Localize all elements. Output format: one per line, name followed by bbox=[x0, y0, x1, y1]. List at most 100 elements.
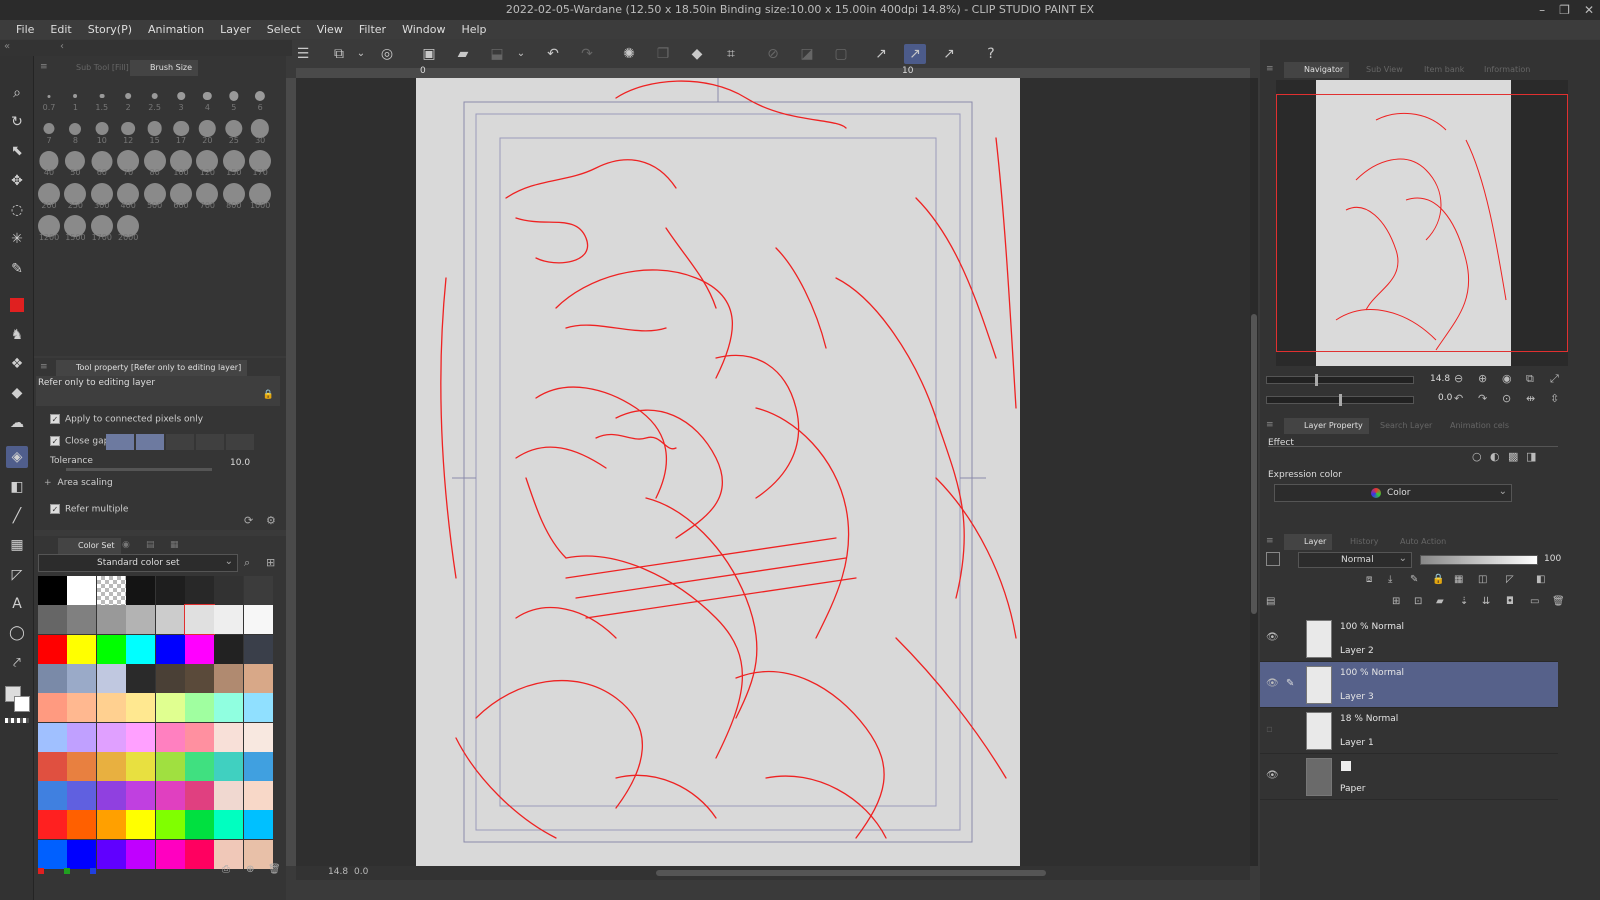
navigator-zoom-value[interactable]: 14.8 bbox=[1430, 374, 1450, 384]
edit-color-icon[interactable]: ⎙ bbox=[222, 864, 230, 875]
brush-size-option[interactable]: 7 bbox=[36, 113, 62, 145]
stabilizer-icon[interactable]: ↗ bbox=[904, 44, 926, 64]
color-swatch[interactable] bbox=[96, 605, 126, 635]
select-all-icon[interactable]: ▢ bbox=[830, 44, 852, 64]
layer-name[interactable]: Paper bbox=[1340, 784, 1366, 794]
tab-history[interactable]: History bbox=[1330, 534, 1384, 550]
new-vector-layer-icon[interactable]: ⊡ bbox=[1414, 596, 1422, 607]
color-swatch[interactable] bbox=[243, 722, 273, 752]
tab-brush-size[interactable]: Brush Size bbox=[130, 60, 199, 76]
brush-size-option[interactable]: 600 bbox=[168, 178, 194, 210]
palette-color-icon[interactable] bbox=[1266, 552, 1280, 566]
clip-icon[interactable]: ⤓ bbox=[1388, 574, 1392, 585]
rotate-icon[interactable]: ↻ bbox=[6, 111, 28, 133]
tab-color-set[interactable]: Color Set bbox=[58, 538, 121, 554]
blend-icon[interactable]: ☁ bbox=[6, 412, 28, 434]
tab-layer-property[interactable]: Layer Property bbox=[1284, 418, 1369, 434]
color-swatch[interactable] bbox=[185, 576, 214, 605]
layer-list-icon[interactable]: ▤ bbox=[1266, 596, 1275, 607]
color-swatch[interactable] bbox=[67, 722, 97, 752]
color-swatch[interactable] bbox=[155, 576, 185, 605]
gap-option-2[interactable] bbox=[136, 434, 164, 450]
tab-item-bank[interactable]: Item bank bbox=[1404, 62, 1470, 78]
opacity-value[interactable]: 100 bbox=[1544, 554, 1561, 564]
color-swatch[interactable] bbox=[185, 634, 214, 664]
brush-size-option[interactable]: 2.5 bbox=[142, 80, 168, 112]
chevron-down-icon[interactable]: ⌄ bbox=[350, 44, 372, 64]
color-swatch[interactable] bbox=[185, 722, 214, 752]
color-swatch[interactable] bbox=[185, 663, 214, 693]
layer-name[interactable]: Layer 3 bbox=[1340, 692, 1374, 702]
color-swatch[interactable] bbox=[67, 693, 97, 723]
tab-navigator[interactable]: Navigator bbox=[1284, 62, 1350, 78]
color-swatch[interactable] bbox=[243, 751, 273, 781]
fill-tool-icon[interactable]: ◈ bbox=[6, 446, 28, 468]
menu-file[interactable]: File bbox=[8, 20, 42, 39]
operation-icon[interactable]: ⬉ bbox=[6, 140, 28, 162]
brush-size-option[interactable]: 100 bbox=[168, 145, 194, 177]
navigator-rotate-slider[interactable] bbox=[1266, 394, 1414, 406]
color-swatch[interactable] bbox=[126, 693, 156, 723]
sub-tool-detail-icon[interactable]: ⚙ bbox=[266, 514, 276, 527]
lock-transparent-icon[interactable]: ▦ bbox=[1454, 574, 1463, 585]
color-swatch[interactable] bbox=[155, 751, 185, 781]
pen-icon[interactable] bbox=[6, 294, 28, 316]
navigator-viewport-box[interactable] bbox=[1276, 94, 1568, 352]
brush-size-option[interactable]: 6 bbox=[247, 80, 273, 112]
color-swatch[interactable] bbox=[155, 810, 185, 840]
color-swatch[interactable] bbox=[155, 634, 185, 664]
color-swatch[interactable] bbox=[67, 605, 97, 635]
gap-option-4[interactable] bbox=[196, 434, 224, 450]
color-swatch[interactable] bbox=[155, 663, 185, 693]
menu-layer[interactable]: Layer bbox=[212, 20, 259, 39]
minimize-button[interactable]: – bbox=[1539, 0, 1545, 20]
color-swatch[interactable] bbox=[96, 693, 126, 723]
brush-size-option[interactable]: 8 bbox=[62, 113, 88, 145]
delete-layer-icon[interactable]: 🗑 bbox=[1552, 596, 1565, 607]
help-icon[interactable]: ? bbox=[980, 44, 1002, 64]
fill-icon[interactable]: ◆ bbox=[686, 44, 708, 64]
tolerance-slider[interactable] bbox=[66, 468, 212, 471]
lock-icon[interactable]: 🔒 bbox=[263, 390, 274, 400]
chevron-left-icon[interactable]: ‹ bbox=[60, 41, 64, 52]
color-swatch[interactable] bbox=[214, 751, 244, 781]
add-color-icon[interactable]: ⊕ bbox=[246, 864, 254, 875]
color-swatch[interactable] bbox=[126, 722, 156, 752]
layer-name[interactable]: Layer 2 bbox=[1340, 646, 1374, 656]
zoom-value[interactable]: 14.8 bbox=[328, 867, 348, 877]
brush-size-option[interactable]: 60 bbox=[89, 145, 115, 177]
delete-icon[interactable]: 🗑 bbox=[268, 864, 281, 875]
tab-auto-action[interactable]: Auto Action bbox=[1380, 534, 1452, 550]
color-swatch[interactable] bbox=[96, 781, 126, 811]
brush-size-option[interactable]: 1000 bbox=[247, 178, 273, 210]
color-swatch[interactable] bbox=[67, 576, 97, 605]
frame-icon[interactable]: ▦ bbox=[6, 534, 28, 556]
eraser-icon[interactable]: ◆ bbox=[6, 382, 28, 404]
color-swatch[interactable] bbox=[184, 604, 215, 636]
search-icon[interactable]: ⌕ bbox=[244, 556, 250, 570]
zoom-out-icon[interactable]: ⊖ bbox=[1454, 372, 1463, 385]
brush-size-option[interactable]: 4 bbox=[194, 80, 220, 112]
color-swatch[interactable] bbox=[126, 781, 156, 811]
color-swatch[interactable] bbox=[67, 839, 97, 869]
color-swatch[interactable] bbox=[243, 605, 273, 635]
eye-icon[interactable]: 👁 bbox=[1266, 678, 1279, 689]
airbrush-icon[interactable]: ❖ bbox=[6, 353, 28, 375]
menu-select[interactable]: Select bbox=[259, 20, 309, 39]
maximize-button[interactable]: ❐ bbox=[1559, 0, 1570, 20]
color-swatch[interactable] bbox=[67, 634, 97, 664]
slider-handle[interactable] bbox=[1339, 394, 1342, 406]
close-gap-options[interactable] bbox=[106, 434, 258, 450]
eyedropper-icon[interactable]: ✎ bbox=[6, 258, 28, 280]
color-swatch[interactable] bbox=[185, 839, 214, 869]
color-swatch[interactable] bbox=[38, 751, 67, 781]
color-swatch[interactable] bbox=[126, 751, 156, 781]
new-canvas-icon[interactable]: ⧉ bbox=[328, 44, 350, 64]
tab-tool-property[interactable]: Tool property [Refer only to editing lay… bbox=[56, 360, 248, 376]
brush-size-option[interactable]: 3 bbox=[168, 80, 194, 112]
apply-mask-icon[interactable]: ▭ bbox=[1530, 596, 1539, 607]
brush-size-option[interactable]: 70 bbox=[115, 145, 141, 177]
brush-size-option[interactable]: 50 bbox=[62, 145, 88, 177]
tab-information[interactable]: Information bbox=[1464, 62, 1536, 78]
brush-size-option[interactable]: 1 bbox=[62, 80, 88, 112]
